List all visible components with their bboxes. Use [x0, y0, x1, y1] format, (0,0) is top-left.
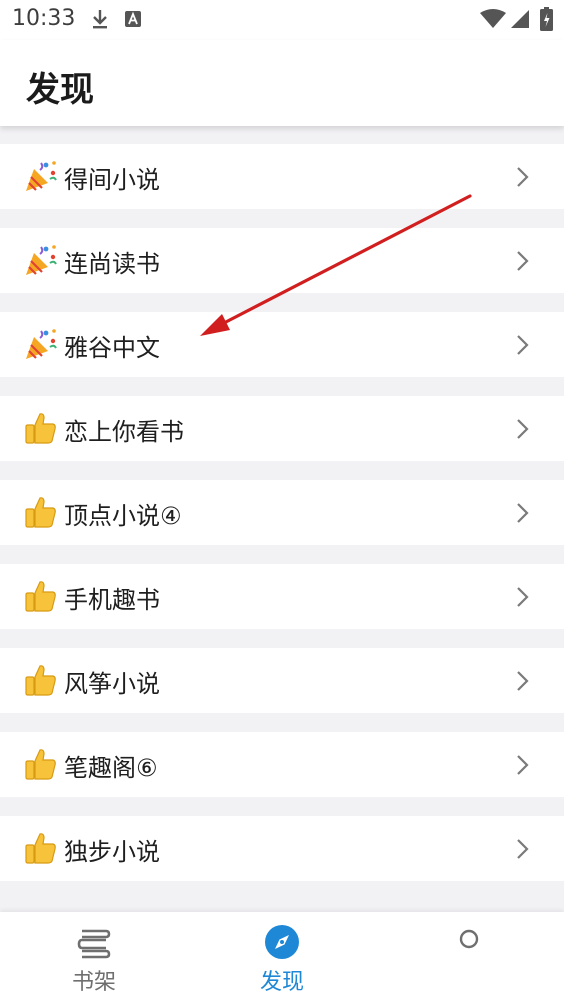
status-bar: 10:33 [0, 0, 564, 40]
battery-icon [540, 7, 553, 31]
bottom-nav: 书架 发现 [0, 912, 564, 1004]
chevron-right-icon [517, 167, 529, 187]
chevron-right-icon [517, 755, 529, 775]
list-item[interactable]: 连尚读书 [0, 228, 564, 293]
page-title: 发现 [26, 70, 94, 110]
list-item-label: 手机趣书 [64, 586, 160, 614]
nav-item-profile[interactable] [376, 912, 564, 1004]
nav-item-discover[interactable]: 发现 [188, 912, 376, 1004]
chevron-right-icon [517, 587, 529, 607]
list-item-label: 雅谷中文 [64, 334, 160, 362]
nav-label-bookshelf: 书架 [71, 970, 116, 995]
thumbs-up-icon [25, 665, 56, 696]
download-icon [93, 10, 107, 29]
thumbs-up-icon [25, 581, 56, 612]
list-item[interactable]: 风筝小说 [0, 648, 564, 713]
list-item[interactable]: 手机趣书 [0, 564, 564, 629]
list-item-label: 独步小说 [64, 838, 160, 866]
list-item-label: 恋上你看书 [64, 418, 184, 446]
list-item[interactable]: 顶点小说④ [0, 480, 564, 545]
chevron-right-icon [517, 419, 529, 439]
list-item[interactable]: 得间小说 [0, 144, 564, 209]
compass-icon [265, 925, 299, 959]
thumbs-up-icon [25, 833, 56, 864]
list-item-label: 笔趣阁⑥ [64, 754, 158, 782]
thumbs-up-icon [25, 413, 56, 444]
app-bar: 发现 [0, 40, 564, 126]
chevron-right-icon [517, 503, 529, 523]
chevron-right-icon [517, 251, 529, 271]
list-item-label: 风筝小说 [64, 670, 160, 698]
signal-icon [511, 10, 529, 28]
status-time: 10:33 [12, 6, 76, 31]
circle-icon [459, 929, 479, 949]
wifi-icon [480, 9, 506, 28]
list-item-label: 顶点小说④ [64, 502, 182, 530]
party-popper-icon [26, 329, 57, 359]
font-notification-icon [125, 11, 141, 27]
thumbs-up-icon [25, 749, 56, 780]
chevron-right-icon [517, 671, 529, 691]
party-popper-icon [26, 245, 57, 275]
chevron-right-icon [517, 839, 529, 859]
list-item[interactable]: 恋上你看书 [0, 396, 564, 461]
list-item-label: 连尚读书 [64, 250, 160, 278]
party-popper-icon [26, 161, 57, 191]
chevron-right-icon [517, 335, 529, 355]
list-item[interactable]: 笔趣阁⑥ [0, 732, 564, 797]
thumbs-up-icon [25, 497, 56, 528]
list-item[interactable]: 雅谷中文 [0, 312, 564, 377]
bookshelf-icon [77, 929, 111, 959]
list-item[interactable]: 独步小说 [0, 816, 564, 881]
nav-label-discover: 发现 [259, 970, 304, 995]
list-item-label: 得间小说 [64, 166, 160, 194]
nav-item-bookshelf[interactable]: 书架 [0, 912, 188, 1004]
